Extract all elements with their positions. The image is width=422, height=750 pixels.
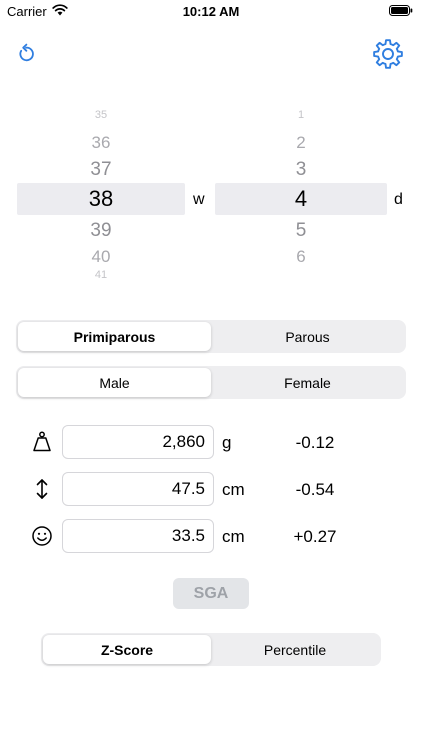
weight-unit: g (222, 433, 232, 452)
classification-button[interactable]: SGA (173, 578, 249, 609)
clock: 10:12 AM (182, 4, 240, 19)
weeks-picker-option[interactable]: 37 (17, 160, 185, 179)
weeks-picker-option[interactable]: 36 (17, 134, 185, 151)
weeks-picker-option[interactable]: 35 (17, 110, 185, 118)
days-picker-option[interactable]: 4 (215, 188, 387, 210)
battery-icon (389, 5, 413, 16)
days-picker-option[interactable]: 3 (215, 160, 387, 179)
length-unit: cm (222, 480, 245, 499)
segment-parous[interactable]: Parous (211, 322, 404, 351)
days-picker-option[interactable]: 6 (215, 248, 387, 265)
score-mode-segmented-control[interactable]: Z-Score Percentile (41, 633, 381, 666)
reset-icon[interactable] (14, 42, 38, 66)
weeks-picker-option[interactable]: 41 (17, 270, 185, 278)
weeks-picker-option[interactable]: 39 (17, 221, 185, 240)
days-picker-option[interactable]: 1 (215, 110, 387, 118)
segment-primiparous[interactable]: Primiparous (18, 322, 211, 351)
weight-field[interactable]: 2,860 (62, 425, 214, 459)
segment-female[interactable]: Female (211, 368, 404, 397)
gear-icon[interactable] (372, 38, 404, 70)
days-picker-option[interactable]: 5 (215, 221, 387, 240)
head-circumference-unit: cm (222, 527, 245, 546)
weight-icon (33, 431, 51, 452)
weeks-picker-option[interactable]: 38 (17, 188, 185, 210)
weeks-picker-option[interactable]: 40 (17, 248, 185, 265)
length-field[interactable]: 47.5 (62, 472, 214, 506)
weeks-unit-label: w (193, 191, 205, 208)
segment-percentile[interactable]: Percentile (211, 635, 379, 664)
status-bar: Carrier 10:12 AM (0, 0, 422, 24)
head-circumference-icon (32, 526, 52, 546)
parity-segmented-control[interactable]: Primiparous Parous (16, 320, 406, 353)
weight-zscore: -0.12 (295, 433, 335, 452)
segment-male[interactable]: Male (18, 368, 211, 397)
sex-segmented-control[interactable]: Male Female (16, 366, 406, 399)
length-zscore: -0.54 (295, 480, 335, 499)
segment-z-score[interactable]: Z-Score (43, 635, 211, 664)
days-unit-label: d (394, 191, 403, 208)
head-circumference-field[interactable]: 33.5 (62, 519, 214, 553)
height-arrows-icon (36, 479, 48, 499)
head-circumference-zscore: +0.27 (293, 527, 337, 546)
days-picker-option[interactable]: 2 (215, 134, 387, 151)
